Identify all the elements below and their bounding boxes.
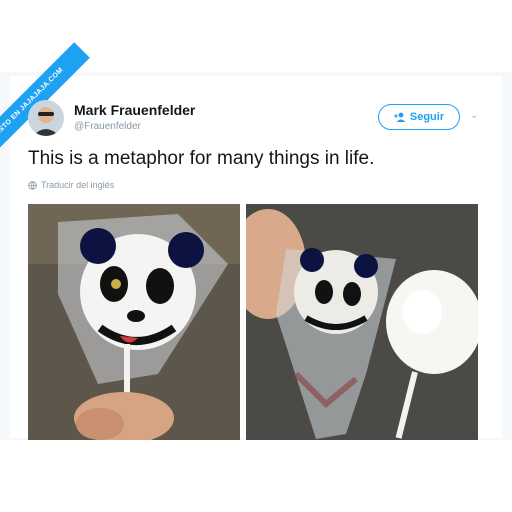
translate-link[interactable]: Traducir del inglés: [28, 180, 114, 190]
translate-label: Traducir del inglés: [41, 180, 115, 190]
bottom-margin: [0, 440, 512, 512]
tweet-text: This is a metaphor for many things in li…: [28, 148, 375, 169]
avatar[interactable]: [28, 100, 64, 136]
tweet-photo-left[interactable]: [28, 204, 240, 440]
follow-button-label: Seguir: [409, 111, 445, 123]
chevron-down-icon[interactable]: ⌄: [470, 110, 478, 121]
panda-lollipop-unwrapped-image: [246, 204, 478, 440]
avatar-image: [28, 100, 64, 136]
tweet-photo-right[interactable]: [246, 204, 478, 440]
panda-lollipop-wrapped-image: [28, 204, 240, 440]
user-name[interactable]: Mark Frauenfelder: [74, 102, 195, 118]
follow-button[interactable]: Seguir: [378, 104, 460, 130]
user-handle[interactable]: @Frauenfelder: [74, 121, 141, 132]
add-user-icon: [393, 112, 406, 122]
globe-icon: [28, 180, 37, 190]
